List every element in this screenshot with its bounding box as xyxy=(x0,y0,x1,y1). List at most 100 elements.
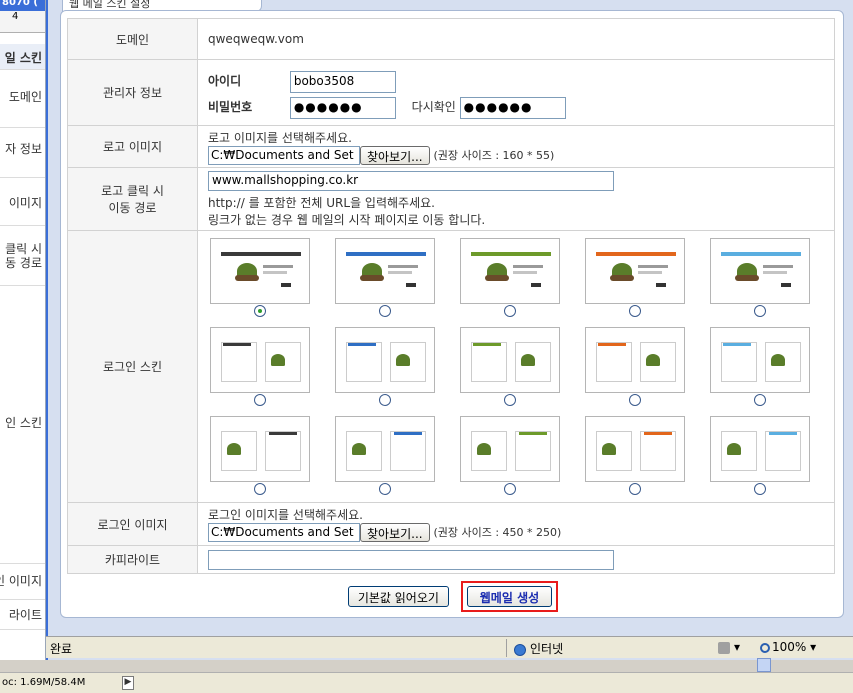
copyright-input[interactable] xyxy=(208,549,614,570)
id-label: 아이디 xyxy=(208,74,242,88)
background-row-label: 이미지 xyxy=(8,196,42,210)
login-skin-grid xyxy=(198,232,833,501)
login-skin-thumbnail[interactable] xyxy=(710,416,810,482)
login-skin-radio[interactable] xyxy=(504,394,516,406)
login-skin-radio[interactable] xyxy=(629,483,641,495)
login-skin-option[interactable] xyxy=(335,238,435,317)
copyright-label: 카피라이트 xyxy=(67,545,198,574)
background-row-domain: 도메인 xyxy=(0,70,45,128)
background-window-title: 8070 ( xyxy=(2,0,38,8)
login-skin-thumbnail[interactable] xyxy=(335,327,435,393)
logo-image-instruction: 로고 이미지를 선택해주세요. xyxy=(208,130,352,145)
background-row-skin: 인 스킨 xyxy=(0,286,45,564)
status-protected-mode[interactable]: ▾ xyxy=(718,640,740,654)
create-webmail-button[interactable]: 웹메일 생성 xyxy=(466,586,553,607)
background-row-label: 동 경로 xyxy=(5,256,42,270)
login-skin-option[interactable] xyxy=(210,416,310,495)
login-skin-option[interactable] xyxy=(335,327,435,406)
login-skin-radio[interactable] xyxy=(629,394,641,406)
login-skin-option[interactable] xyxy=(710,238,810,317)
login-skin-thumbnail[interactable] xyxy=(210,238,310,304)
background-window-titlebar: 8070 ( xyxy=(0,0,45,11)
login-skin-thumbnail[interactable] xyxy=(585,416,685,482)
login-image-file-input[interactable]: C:₩Documents and Set xyxy=(208,523,360,542)
background-row-label: 도메인 xyxy=(8,90,42,104)
login-skin-radio[interactable] xyxy=(754,394,766,406)
login-skin-thumbnail[interactable] xyxy=(710,238,810,304)
status-zone: 인터넷 xyxy=(514,640,563,657)
login-skin-option[interactable] xyxy=(710,327,810,406)
background-header: 일 스킨 xyxy=(0,44,45,70)
login-skin-option[interactable] xyxy=(460,416,560,495)
background-row-label: 자 정보 xyxy=(5,142,42,156)
background-window: 8070 ( 4 일 스킨 도메인 자 정보 이미지 클릭 시 동 경로 인 스… xyxy=(0,0,46,660)
password-confirm-label: 다시확인 xyxy=(411,100,456,114)
login-image-browse-button[interactable]: 찾아보기... xyxy=(360,523,430,542)
login-skin-radio[interactable] xyxy=(254,483,266,495)
globe-icon xyxy=(514,643,526,656)
login-skin-option[interactable] xyxy=(210,327,310,406)
copyright-row: 카피라이트 xyxy=(67,545,835,574)
login-skin-option[interactable] xyxy=(335,416,435,495)
login-skin-radio[interactable] xyxy=(379,305,391,317)
login-skin-radio[interactable] xyxy=(379,483,391,495)
login-skin-option[interactable] xyxy=(460,238,560,317)
login-skin-radio[interactable] xyxy=(754,305,766,317)
login-skin-thumbnail[interactable] xyxy=(585,327,685,393)
background-row-login-image: 인 이미지 xyxy=(0,564,45,600)
create-button-highlight: 웹메일 생성 xyxy=(460,581,559,612)
login-skin-radio[interactable] xyxy=(754,483,766,495)
password-confirm-input[interactable]: ●●●●●● xyxy=(459,96,566,119)
background-row-admin: 자 정보 xyxy=(0,128,45,178)
browser-window: 웹 메일 스킨 설정 도메인 qweqweqw.vom 관리자 정보 아이디 b… xyxy=(46,0,853,660)
login-skin-option[interactable] xyxy=(585,416,685,495)
login-image-row: 로그인 이미지 로그인 이미지를 선택해주세요. C:₩Documents an… xyxy=(67,502,835,546)
login-skin-radio[interactable] xyxy=(504,483,516,495)
zoom-control[interactable]: 100% ▾ xyxy=(760,640,816,654)
logo-image-file-input[interactable]: C:₩Documents and Set xyxy=(208,145,360,165)
domain-value: qweqweqw.vom xyxy=(208,32,304,46)
login-skin-radio[interactable] xyxy=(254,305,266,317)
login-skin-option[interactable] xyxy=(710,416,810,495)
login-skin-radio[interactable] xyxy=(629,305,641,317)
logo-link-input[interactable]: www.mallshopping.co.kr xyxy=(208,170,614,191)
login-skin-radio[interactable] xyxy=(254,394,266,406)
logo-image-browse-button[interactable]: 찾아보기... xyxy=(360,145,430,165)
zoom-level: 100% xyxy=(772,640,807,654)
action-bar: 기본값 읽어오기 웹메일 생성 xyxy=(61,581,845,612)
admin-row: 관리자 정보 아이디 bobo3508 비밀번호 ●●●●●● 다시확인 ●●●… xyxy=(67,59,835,126)
login-skin-option[interactable] xyxy=(210,238,310,317)
login-skin-option[interactable] xyxy=(460,327,560,406)
login-skin-radio[interactable] xyxy=(379,394,391,406)
login-skin-thumbnail[interactable] xyxy=(585,238,685,304)
scroll-down-arrow[interactable] xyxy=(757,658,771,672)
logo-link-help-2: 링크가 없는 경우 웹 메일의 시작 페이지로 이동 합니다. xyxy=(208,212,486,227)
load-defaults-button[interactable]: 기본값 읽어오기 xyxy=(347,586,449,607)
login-skin-thumbnail[interactable] xyxy=(710,327,810,393)
logo-link-label: 로고 클릭 시 이동 경로 xyxy=(67,167,198,231)
status-divider xyxy=(506,639,507,657)
background-row-link: 클릭 시 동 경로 xyxy=(0,226,45,286)
login-skin-option[interactable] xyxy=(585,327,685,406)
logo-link-label-line1: 로고 클릭 시 xyxy=(101,184,164,198)
domain-row: 도메인 qweqweqw.vom xyxy=(67,18,835,60)
login-skin-option[interactable] xyxy=(585,238,685,317)
password-input[interactable]: ●●●●●● xyxy=(289,96,396,119)
login-skin-thumbnail[interactable] xyxy=(210,327,310,393)
login-skin-thumbnail[interactable] xyxy=(460,238,560,304)
logo-link-row: 로고 클릭 시 이동 경로 www.mallshopping.co.kr htt… xyxy=(67,167,835,231)
login-skin-radio[interactable] xyxy=(504,305,516,317)
os-bottom-bar: oc: 1.69M/58.4M ▶ xyxy=(0,672,853,693)
password-label: 비밀번호 xyxy=(208,100,253,114)
domain-label: 도메인 xyxy=(67,18,198,60)
id-input[interactable]: bobo3508 xyxy=(289,70,396,93)
login-skin-thumbnail[interactable] xyxy=(335,416,435,482)
login-skin-thumbnail[interactable] xyxy=(460,327,560,393)
play-arrow-icon[interactable]: ▶ xyxy=(122,676,134,690)
login-skin-thumbnail[interactable] xyxy=(335,238,435,304)
login-skin-thumbnail[interactable] xyxy=(460,416,560,482)
browser-statusbar: 완료 인터넷 ▾ 100% ▾ xyxy=(46,636,853,658)
login-skin-thumbnail[interactable] xyxy=(210,416,310,482)
background-row-logo: 이미지 xyxy=(0,178,45,226)
background-row-label: 인 스킨 xyxy=(5,416,42,430)
